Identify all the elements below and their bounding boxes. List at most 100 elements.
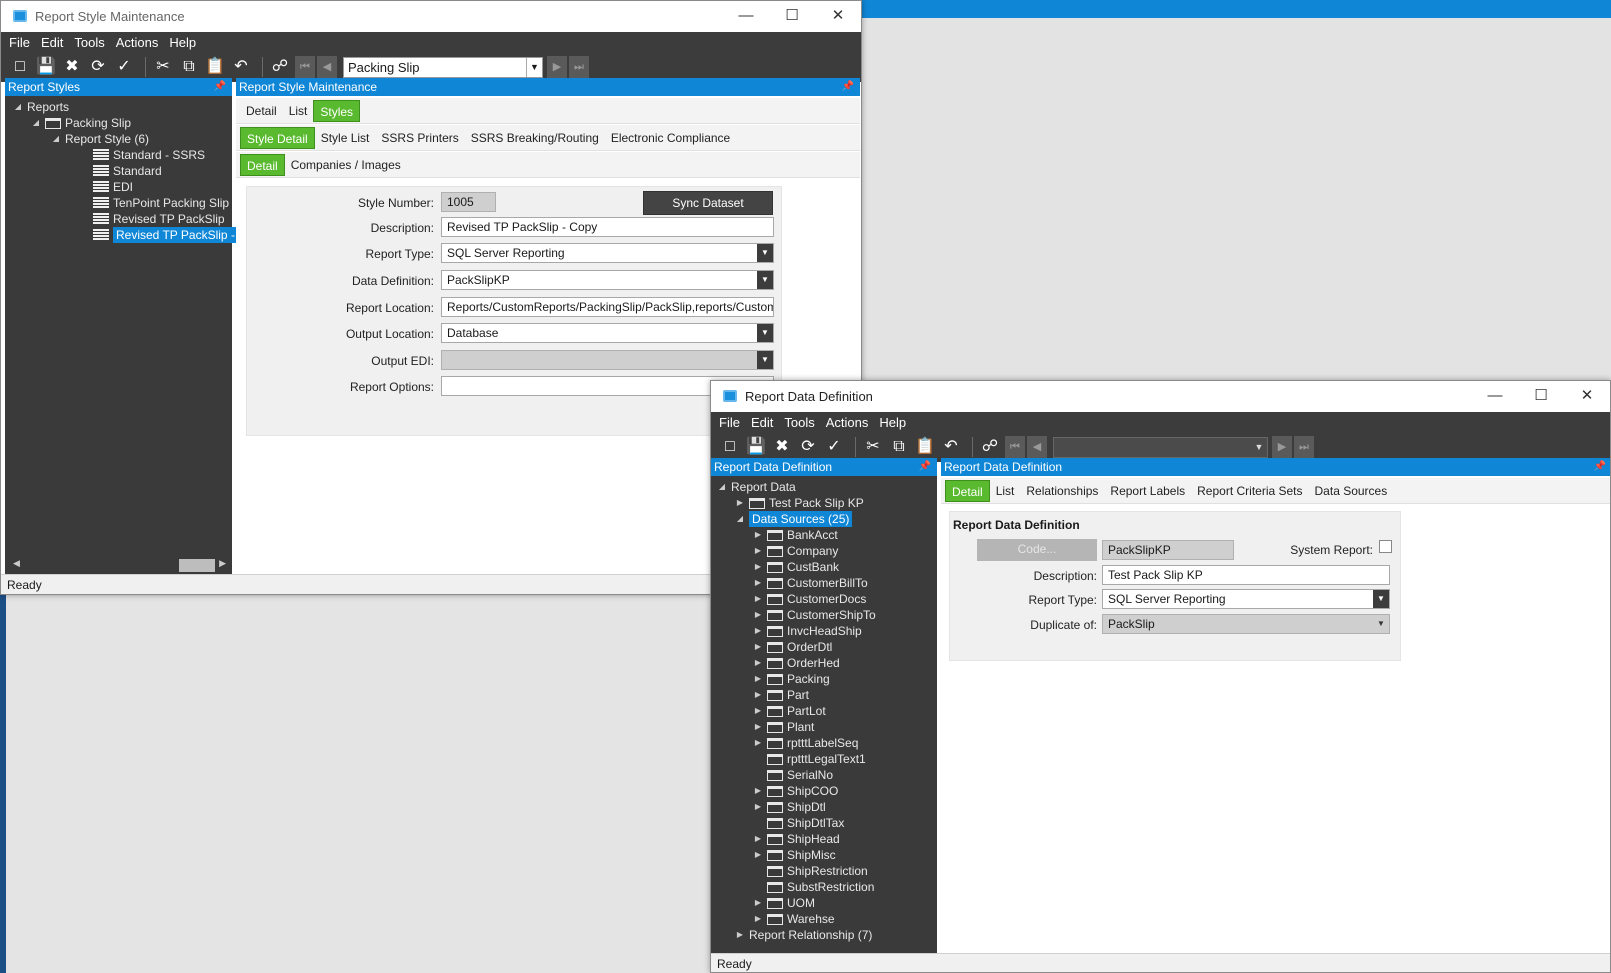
tab-companies-images[interactable]: Companies / Images bbox=[285, 154, 407, 176]
search-binoculars-icon[interactable]: ☍ bbox=[979, 436, 1001, 458]
clear-icon[interactable]: ✓ bbox=[823, 436, 845, 458]
chevron-down-icon[interactable]: ▼ bbox=[757, 324, 773, 342]
menu-help[interactable]: Help bbox=[879, 415, 906, 430]
last-record-icon[interactable]: ⏭ bbox=[1294, 436, 1314, 458]
expand-toggle-icon[interactable]: ▶ bbox=[753, 607, 763, 623]
data-source-item[interactable]: ▶ ShipHead bbox=[753, 831, 840, 847]
delete-icon[interactable]: ✖ bbox=[771, 436, 793, 458]
expand-toggle-icon[interactable]: ▶ bbox=[753, 719, 763, 735]
data-source-item[interactable]: ▶ ShipCOO bbox=[753, 783, 838, 799]
data-source-item[interactable]: ▶ CustBank bbox=[753, 559, 839, 575]
copy-icon[interactable]: ⧉ bbox=[178, 56, 200, 78]
tree-root[interactable]: ◢ Report Data bbox=[717, 479, 796, 495]
tab-sub-detail[interactable]: Detail bbox=[240, 153, 285, 176]
chevron-down-icon[interactable]: ▼ bbox=[1251, 438, 1267, 457]
data-source-item[interactable]: ▶ ShipMisc bbox=[753, 847, 836, 863]
tree-item[interactable]: Revised TP PackSlip - C bbox=[79, 227, 250, 243]
data-source-item[interactable]: ▶ Company bbox=[753, 543, 838, 559]
data-source-item[interactable]: ▶ Packing bbox=[753, 671, 830, 687]
data-source-item[interactable]: SerialNo bbox=[753, 767, 833, 783]
data-source-item[interactable]: ▶ Plant bbox=[753, 719, 814, 735]
expand-toggle-icon[interactable]: ▶ bbox=[753, 703, 763, 719]
tab-report-labels[interactable]: Report Labels bbox=[1104, 480, 1191, 502]
description-field[interactable]: Revised TP PackSlip - Copy bbox=[441, 217, 774, 237]
search-binoculars-icon[interactable]: ☍ bbox=[269, 56, 291, 78]
refresh-icon[interactable]: ⟳ bbox=[797, 436, 819, 458]
pin-icon[interactable]: 📌 bbox=[919, 458, 931, 476]
paste-icon[interactable]: 📋 bbox=[914, 436, 936, 458]
close-icon[interactable]: ✕ bbox=[815, 1, 861, 31]
titlebar[interactable]: Report Data Definition — ☐ ✕ bbox=[711, 381, 1610, 411]
expand-toggle-icon[interactable]: ▶ bbox=[753, 735, 763, 751]
tree-item[interactable]: EDI bbox=[79, 179, 133, 195]
expand-toggle-icon[interactable]: ◢ bbox=[717, 479, 727, 495]
expand-toggle-icon[interactable]: ▶ bbox=[753, 895, 763, 911]
report-location-field[interactable]: Reports/CustomReports/PackingSlip/PackSl… bbox=[441, 297, 774, 317]
tab-ssrs-printers[interactable]: SSRS Printers bbox=[375, 127, 464, 149]
sync-dataset-button[interactable]: Sync Dataset bbox=[643, 191, 773, 215]
refresh-icon[interactable]: ⟳ bbox=[87, 56, 109, 78]
chevron-down-icon[interactable]: ▼ bbox=[757, 351, 773, 369]
menu-help[interactable]: Help bbox=[169, 35, 196, 50]
last-record-icon[interactable]: ⏭ bbox=[569, 56, 589, 78]
tab-relationships[interactable]: Relationships bbox=[1020, 480, 1104, 502]
menu-edit[interactable]: Edit bbox=[751, 415, 773, 430]
cut-icon[interactable]: ✂ bbox=[152, 56, 174, 78]
tree-item[interactable]: ◢ Report Style (6) bbox=[51, 131, 149, 147]
chevron-down-icon[interactable]: ▼ bbox=[526, 57, 542, 77]
expand-toggle-icon[interactable]: ▶ bbox=[753, 911, 763, 927]
first-record-icon[interactable]: ⏮ bbox=[1005, 436, 1025, 458]
previous-record-icon[interactable]: ◀ bbox=[1027, 436, 1047, 458]
menu-file[interactable]: File bbox=[9, 35, 30, 50]
tree-data-sources[interactable]: ◢ Data Sources (25) bbox=[735, 511, 853, 527]
tab-detail[interactable]: Detail bbox=[240, 100, 283, 122]
close-icon[interactable]: ✕ bbox=[1564, 381, 1610, 411]
expand-toggle-icon[interactable]: ▶ bbox=[753, 799, 763, 815]
undo-icon[interactable]: ↶ bbox=[940, 436, 962, 458]
expand-toggle-icon[interactable]: ▶ bbox=[753, 671, 763, 687]
new-icon[interactable]: □ bbox=[9, 56, 31, 78]
code-button[interactable]: Code... bbox=[977, 539, 1097, 561]
data-source-item[interactable]: ▶ CustomerBillTo bbox=[753, 575, 868, 591]
menu-file[interactable]: File bbox=[719, 415, 740, 430]
expand-toggle-icon[interactable]: ▶ bbox=[753, 623, 763, 639]
data-source-item[interactable]: ShipDtlTax bbox=[753, 815, 844, 831]
expand-toggle-icon[interactable]: ◢ bbox=[51, 131, 61, 147]
tab-detail[interactable]: Detail bbox=[945, 479, 990, 502]
menu-edit[interactable]: Edit bbox=[41, 35, 63, 50]
data-source-item[interactable]: ▶ UOM bbox=[753, 895, 815, 911]
data-definition-select[interactable]: PackSlipKP ▼ bbox=[441, 270, 774, 290]
duplicate-of-select[interactable]: PackSlip ▼ bbox=[1102, 614, 1390, 634]
tree-item[interactable]: Standard - SSRS bbox=[79, 147, 205, 163]
tree-item[interactable]: Revised TP PackSlip bbox=[79, 211, 225, 227]
data-source-item[interactable]: ShipRestriction bbox=[753, 863, 868, 879]
tab-style-detail[interactable]: Style Detail bbox=[240, 126, 315, 149]
tab-styles[interactable]: Styles bbox=[313, 99, 361, 122]
tree-item[interactable]: ◢ Reports bbox=[13, 99, 69, 115]
data-source-item[interactable]: ▶ Part bbox=[753, 687, 809, 703]
scroll-thumb[interactable] bbox=[179, 559, 215, 572]
chevron-down-icon[interactable]: ▼ bbox=[1373, 590, 1389, 608]
minimize-icon[interactable]: — bbox=[723, 1, 769, 31]
titlebar[interactable]: Report Style Maintenance — ☐ ✕ bbox=[1, 1, 861, 31]
expand-toggle-icon[interactable]: ▶ bbox=[753, 639, 763, 655]
previous-record-icon[interactable]: ◀ bbox=[317, 56, 337, 78]
report-type-select[interactable]: SQL Server Reporting ▼ bbox=[1102, 589, 1390, 609]
expand-toggle-icon[interactable]: ◢ bbox=[735, 511, 745, 527]
next-record-icon[interactable]: ▶ bbox=[1272, 436, 1292, 458]
maximize-icon[interactable]: ☐ bbox=[1518, 381, 1564, 411]
chevron-down-icon[interactable]: ▼ bbox=[757, 271, 773, 289]
pin-icon[interactable]: 📌 bbox=[214, 78, 226, 96]
expand-toggle-icon[interactable]: ▶ bbox=[753, 591, 763, 607]
data-source-item[interactable]: rptttLegalText1 bbox=[753, 751, 866, 767]
cut-icon[interactable]: ✂ bbox=[862, 436, 884, 458]
chevron-down-icon[interactable]: ▼ bbox=[757, 244, 773, 262]
scroll-left-icon[interactable]: ◀ bbox=[13, 558, 20, 569]
expand-toggle-icon[interactable]: ▶ bbox=[753, 831, 763, 847]
save-icon[interactable]: 💾 bbox=[35, 56, 57, 78]
data-source-item[interactable]: ▶ BankAcct bbox=[753, 527, 838, 543]
paste-icon[interactable]: 📋 bbox=[204, 56, 226, 78]
data-source-item[interactable]: ▶ rptttLabelSeq bbox=[753, 735, 858, 751]
tab-report-criteria-sets[interactable]: Report Criteria Sets bbox=[1191, 480, 1308, 502]
next-record-icon[interactable]: ▶ bbox=[547, 56, 567, 78]
